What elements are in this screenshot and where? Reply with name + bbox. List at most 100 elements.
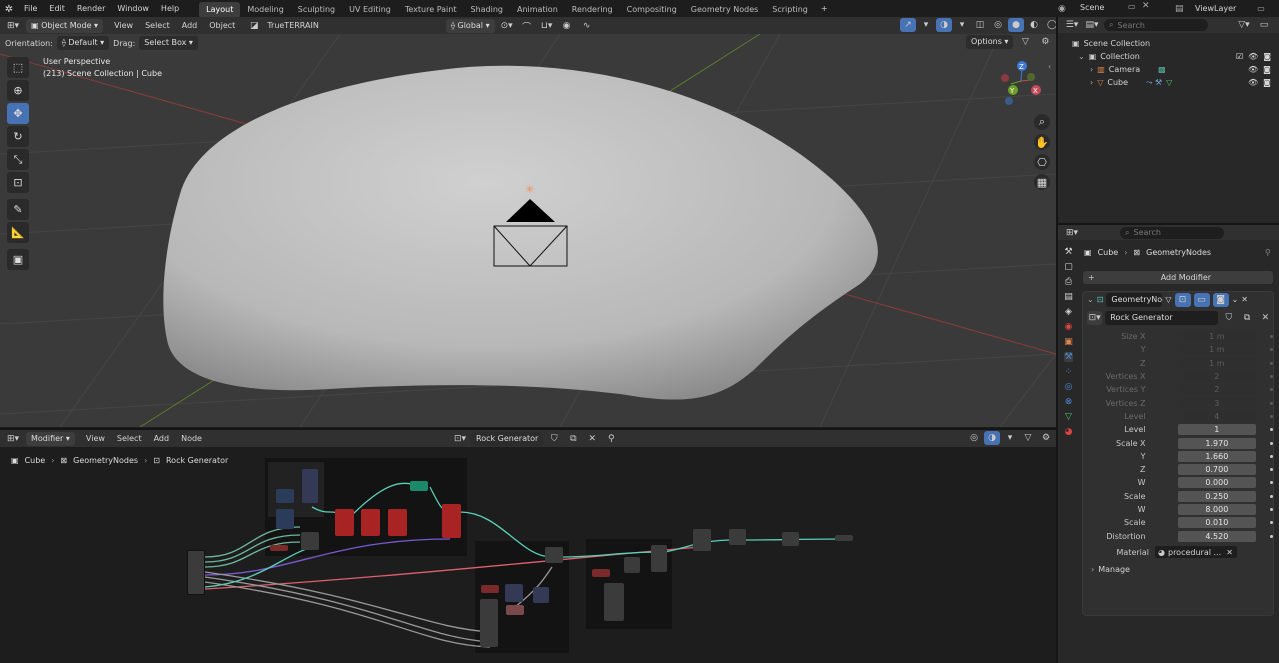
- particles-tab-icon[interactable]: ⁘: [1065, 367, 1073, 377]
- add-cube-tool-icon[interactable]: ▣: [7, 249, 29, 270]
- node-tree-name[interactable]: Rock Generator: [471, 432, 544, 446]
- tab-scripting[interactable]: Scripting: [765, 2, 815, 18]
- tab-sculpting[interactable]: Sculpting: [291, 2, 342, 18]
- orientation-dropdown[interactable]: ⟠ Default ▾: [56, 36, 110, 50]
- tab-rendering[interactable]: Rendering: [565, 2, 620, 18]
- view-layer-selector[interactable]: ▤ ViewLayer ▭: [1175, 1, 1265, 16]
- sidebar-toggle-icon[interactable]: ‹: [1048, 62, 1051, 71]
- eye-icon[interactable]: 👁: [1248, 78, 1258, 87]
- node-group-field[interactable]: Rock Generator: [1105, 311, 1219, 325]
- tab-uv-editing[interactable]: UV Editing: [342, 2, 398, 18]
- tab-texture-paint[interactable]: Texture Paint: [398, 2, 464, 18]
- outliner-item-cube[interactable]: › ▽ Cube ⤳ ⚒ ▽: [1072, 76, 1172, 89]
- tool-tab-icon[interactable]: ⚒: [1064, 247, 1072, 257]
- node-editor-canvas[interactable]: ▣ Cube › ⊠ GeometryNodes › ⊡ Rock Genera…: [0, 447, 1056, 663]
- outliner-search-input[interactable]: ⌕ Search: [1104, 19, 1208, 31]
- menu-edit[interactable]: Edit: [43, 0, 71, 18]
- camera-render-icon[interactable]: ◙: [1263, 65, 1271, 74]
- node-menu-view[interactable]: View: [80, 430, 111, 448]
- scene-name[interactable]: Scene: [1080, 3, 1146, 12]
- material-field[interactable]: ◕ procedural ... ✕: [1155, 546, 1237, 559]
- keyframe-dot-icon[interactable]: [1270, 508, 1273, 511]
- keyframe-dot-icon[interactable]: [1270, 348, 1273, 352]
- modifier-name-field[interactable]: GeometryNo...: [1106, 292, 1163, 307]
- math-node[interactable]: [388, 509, 407, 536]
- blender-logo-icon[interactable]: ✲: [0, 4, 18, 15]
- rotate-tool-icon[interactable]: ↻: [7, 126, 29, 147]
- keyframe-dot-icon[interactable]: [1270, 534, 1273, 538]
- object-mode-dropdown[interactable]: ▣ Object Mode ▾: [26, 18, 104, 33]
- node-menu-node[interactable]: Node: [175, 430, 208, 448]
- snap-icon[interactable]: ⌒: [519, 19, 535, 33]
- settings-gear-icon[interactable]: ⚙: [1037, 35, 1053, 49]
- node-group-type-icon[interactable]: ⊡▾: [1087, 311, 1103, 325]
- duplicate-tree-icon[interactable]: ⧉: [565, 432, 581, 446]
- keyframe-dot-icon[interactable]: [1270, 401, 1273, 405]
- modifier-tab-icon[interactable]: ⚒: [1064, 352, 1073, 362]
- node[interactable]: [302, 469, 318, 503]
- viewport-menu-object[interactable]: Object: [203, 17, 241, 35]
- group-input-node[interactable]: [187, 550, 205, 595]
- keyframe-dot-icon[interactable]: [1270, 361, 1273, 365]
- node-editor-type-icon[interactable]: ⊞▾: [5, 432, 21, 446]
- scale-tool-icon[interactable]: ⤡: [7, 149, 29, 170]
- tab-modeling[interactable]: Modeling: [240, 2, 290, 18]
- object-tab-icon[interactable]: ▣: [1064, 337, 1073, 347]
- input-value-field[interactable]: 0.000: [1177, 477, 1257, 489]
- node[interactable]: [276, 489, 294, 503]
- pin-icon[interactable]: ⚲: [603, 432, 619, 446]
- keyframe-dot-icon[interactable]: [1270, 468, 1273, 472]
- move-tool-icon[interactable]: ✥: [7, 103, 29, 124]
- node-overlay-icon[interactable]: ◑: [984, 431, 1000, 445]
- outliner-item-camera[interactable]: › ▥ Camera ▩: [1072, 63, 1172, 76]
- physics-tab-icon[interactable]: ◎: [1065, 382, 1073, 392]
- scene-selector[interactable]: ◉ Scene ▭ ✕: [1058, 1, 1150, 16]
- input-value-field[interactable]: 0.010: [1177, 517, 1257, 529]
- scene-tab-icon[interactable]: ◈: [1065, 307, 1072, 317]
- camera-view-icon[interactable]: ⎔: [1034, 154, 1050, 170]
- select-tool-icon[interactable]: ⬚: [7, 57, 29, 78]
- remove-modifier-icon[interactable]: ✕: [1241, 295, 1248, 304]
- new-scene-icon[interactable]: ▭: [1128, 2, 1136, 11]
- transform-tool-icon[interactable]: ⊡: [7, 172, 29, 193]
- node-settings-gear-icon[interactable]: ⚙: [1038, 431, 1054, 445]
- duplicate-icon[interactable]: ⧉: [1239, 311, 1254, 325]
- fake-user-shield-icon[interactable]: ⛉: [1221, 311, 1236, 325]
- tab-shading[interactable]: Shading: [463, 2, 510, 18]
- keyframe-dot-icon[interactable]: [1270, 375, 1273, 379]
- new-collection-icon[interactable]: ▭: [1256, 18, 1272, 32]
- tab-animation[interactable]: Animation: [510, 2, 565, 18]
- trueterrain-menu[interactable]: TrueTERRAIN: [267, 21, 319, 30]
- output-tab-icon[interactable]: ⎙: [1065, 277, 1072, 287]
- input-value-field[interactable]: 1.970: [1177, 437, 1257, 449]
- falloff-icon[interactable]: ∿: [579, 19, 595, 33]
- clear-material-icon[interactable]: ✕: [1226, 548, 1233, 557]
- solid-shading-icon[interactable]: ●: [1008, 18, 1024, 32]
- outliner-editor-type-icon[interactable]: ☰▾: [1064, 18, 1080, 32]
- node[interactable]: [729, 529, 746, 545]
- display-mode-icon[interactable]: ▤▾: [1084, 18, 1100, 32]
- pan-hand-icon[interactable]: ✋: [1034, 134, 1050, 150]
- view-layer-name[interactable]: ViewLayer: [1195, 4, 1236, 13]
- render-camera-icon[interactable]: ◙: [1212, 292, 1229, 307]
- keyframe-dot-icon[interactable]: [1270, 441, 1273, 445]
- cursor-tool-icon[interactable]: ⊕: [7, 80, 29, 101]
- wireframe-shading-icon[interactable]: ◎: [990, 18, 1006, 32]
- camera-render-icon[interactable]: ◙: [1263, 52, 1271, 61]
- tab-geometry-nodes[interactable]: Geometry Nodes: [684, 2, 765, 18]
- data-tab-icon[interactable]: ▽: [1065, 412, 1072, 422]
- tab-layout[interactable]: Layout: [199, 1, 241, 18]
- node-menu-select[interactable]: Select: [111, 430, 148, 448]
- add-workspace-button[interactable]: +: [815, 0, 834, 18]
- material-tab-icon[interactable]: ◕: [1065, 427, 1073, 437]
- constraints-tab-icon[interactable]: ⊗: [1065, 397, 1073, 407]
- keyframe-dot-icon[interactable]: [1270, 414, 1273, 418]
- viewport-menu-add[interactable]: Add: [176, 17, 204, 35]
- keyframe-dot-icon[interactable]: [1270, 481, 1273, 485]
- group-output-node[interactable]: [835, 535, 853, 541]
- node[interactable]: [604, 583, 624, 621]
- pin-icon[interactable]: ⚲: [1265, 248, 1271, 257]
- cage-icon[interactable]: ⊡: [1174, 292, 1191, 307]
- pivot-icon[interactable]: ⊙▾: [499, 19, 515, 33]
- node[interactable]: [481, 585, 499, 593]
